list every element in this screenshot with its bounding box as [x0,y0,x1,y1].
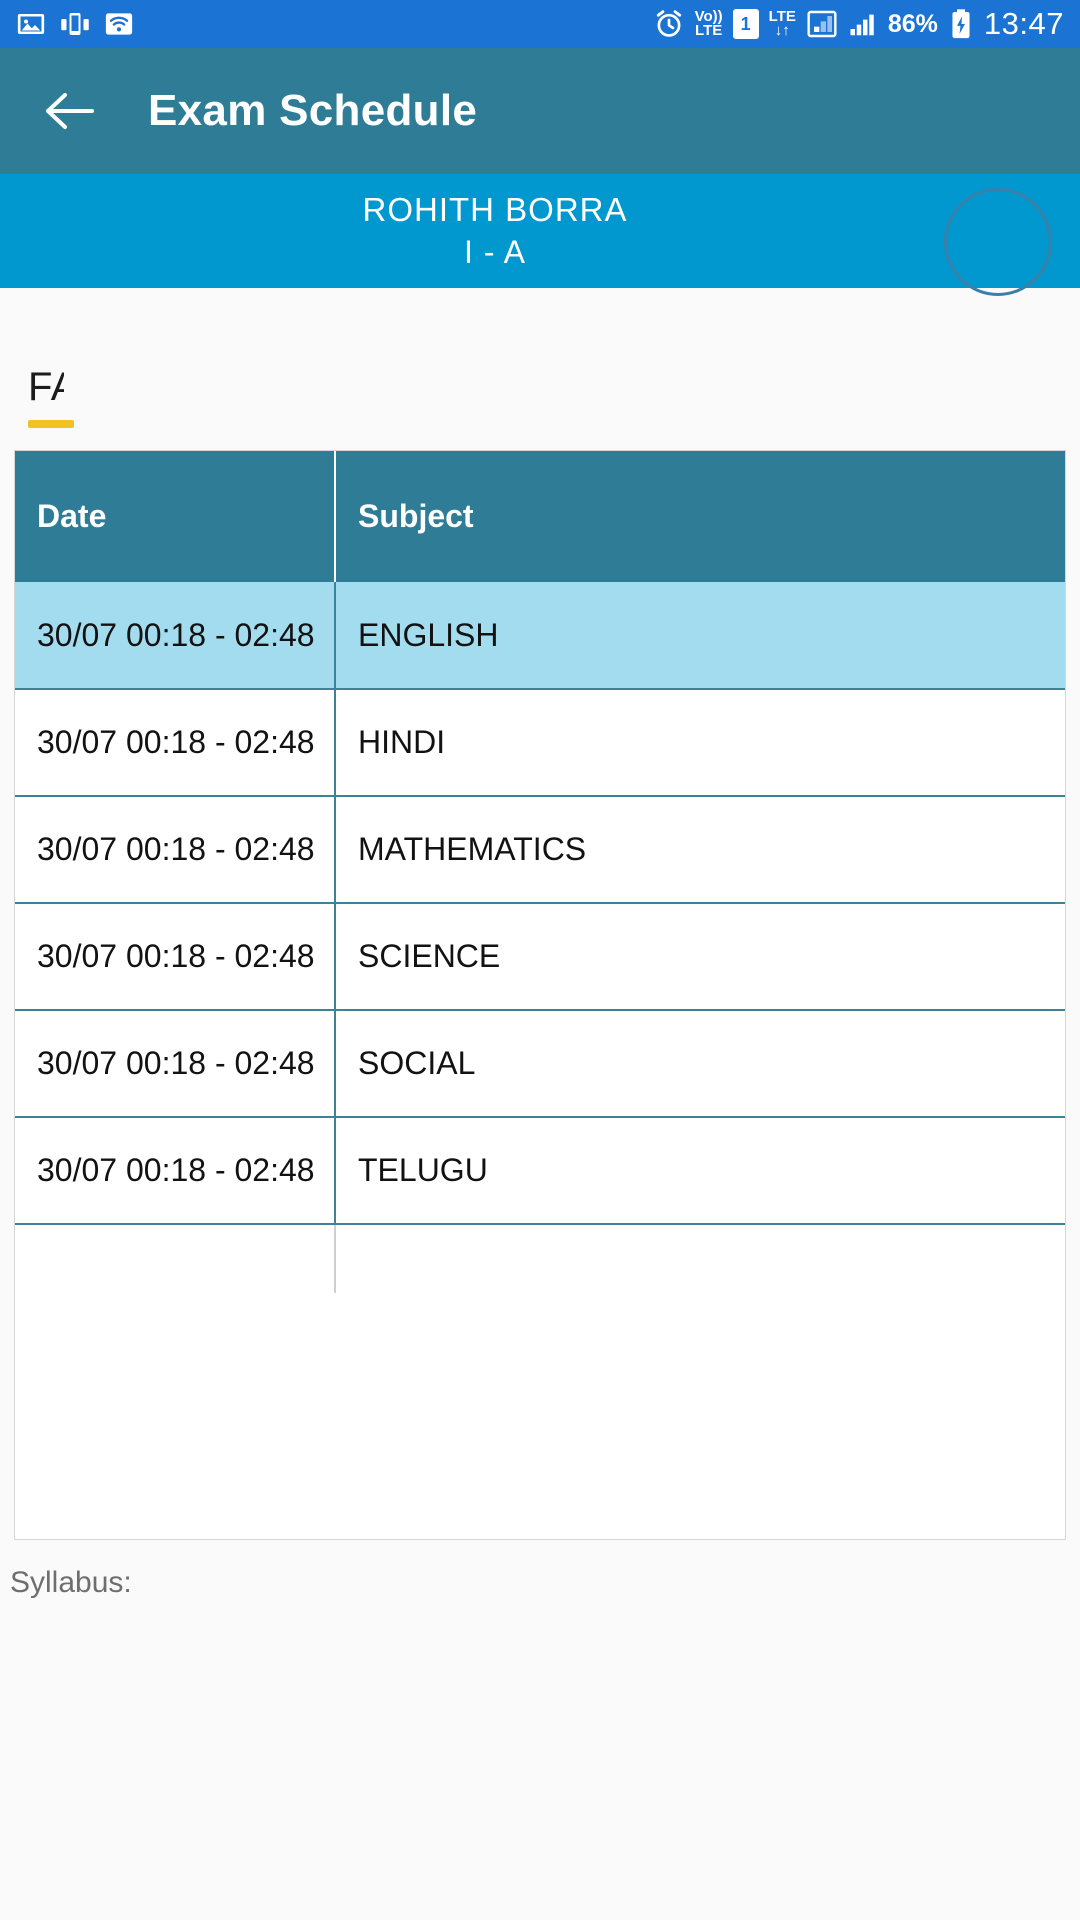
table-empty-filler [15,1224,1065,1293]
status-bar-clock: 13:47 [983,6,1064,41]
table-row[interactable]: 30/07 00:18 - 02:48 SOCIAL [15,1010,1065,1118]
wifi-icon [104,9,134,39]
status-bar: Vo)) LTE 1 LTE ↓↑ 86% 13:47 [0,0,1080,48]
gallery-icon [16,9,46,39]
cell-date: 30/07 00:18 - 02:48 [15,1010,336,1118]
filler-cell-left [15,1224,336,1293]
lte-arrows-text: ↓↑ [774,22,790,39]
app-bar: Exam Schedule [0,48,1080,174]
volte-bottom-text: LTE [695,22,723,39]
table-row[interactable]: 30/07 00:18 - 02:48 TELUGU [15,1117,1065,1225]
status-bar-left-icons [16,9,134,39]
tab-fa1-label: FA1 [28,365,64,409]
student-name: ROHITH BORRA [362,190,628,228]
exam-tab-strip: FA1 [0,288,1080,450]
table-row[interactable]: 30/07 00:18 - 02:48 SCIENCE [15,903,1065,1011]
cell-subject: ENGLISH [335,582,1065,690]
cell-subject: MATHEMATICS [335,796,1065,904]
syllabus-section: Syllabus: [0,1540,1080,1600]
student-class-section: I - A [464,233,526,270]
column-header-date: Date [15,451,336,582]
smart-view-icon [60,9,90,39]
syllabus-label: Syllabus: [10,1566,132,1599]
page-title: Exam Schedule [148,86,478,135]
sim-1-icon: 1 [732,9,759,39]
filler-cell-right [335,1224,1065,1293]
cell-date: 30/07 00:18 - 02:48 [15,796,336,904]
avatar[interactable] [944,188,1052,296]
cell-subject: HINDI [335,689,1065,797]
volte-indicator: Vo)) LTE [695,9,723,39]
column-header-subject: Subject [335,451,1065,582]
table-header-row: Date Subject [15,451,1065,582]
sim-number-text: 1 [740,13,751,34]
cell-subject: SOCIAL [335,1010,1065,1118]
back-arrow-icon[interactable] [42,90,96,132]
cell-subject: TELUGU [335,1117,1065,1225]
battery-percent-text: 86% [887,9,938,38]
exam-schedule-table: Date Subject 30/07 00:18 - 02:48 ENGLISH… [14,450,1066,1540]
cell-date: 30/07 00:18 - 02:48 [15,689,336,797]
cell-date: 30/07 00:18 - 02:48 [15,903,336,1011]
tab-fa1[interactable]: FA1 [28,365,74,450]
lte-data-icon: LTE ↓↑ [769,9,796,39]
table-body: 30/07 00:18 - 02:48 ENGLISH 30/07 00:18 … [15,582,1065,1293]
signal-bars-boxed-icon [806,8,838,40]
student-info-band: ROHITH BORRA I - A [0,174,1080,296]
status-bar-right-indicators: Vo)) LTE 1 LTE ↓↑ 86% 13:47 [653,6,1064,42]
cell-date: 30/07 00:18 - 02:48 [15,1117,336,1225]
signal-bars-icon [848,9,878,39]
cell-subject: SCIENCE [335,903,1065,1011]
table-row[interactable]: 30/07 00:18 - 02:48 HINDI [15,689,1065,797]
table-row[interactable]: 30/07 00:18 - 02:48 ENGLISH [15,582,1065,690]
tab-active-indicator [28,420,74,428]
alarm-clock-icon [653,8,685,40]
cell-date: 30/07 00:18 - 02:48 [15,582,336,690]
table-row[interactable]: 30/07 00:18 - 02:48 MATHEMATICS [15,796,1065,904]
battery-charging-icon [948,8,974,40]
